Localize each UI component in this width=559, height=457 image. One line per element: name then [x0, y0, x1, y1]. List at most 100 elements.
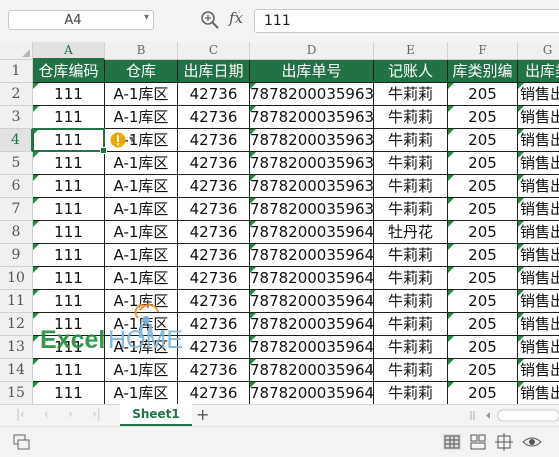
cell-g4[interactable]: 销售出: [518, 129, 559, 152]
row-header-3[interactable]: 3: [0, 106, 33, 129]
cell-c12[interactable]: 42736: [178, 313, 250, 336]
cell-c8[interactable]: 42736: [178, 221, 250, 244]
column-header-e[interactable]: E: [374, 42, 448, 60]
cell-b12[interactable]: A-1库区: [105, 313, 178, 336]
chevron-down-icon[interactable]: ▼: [129, 135, 135, 144]
cell-d14[interactable]: 7878200035964: [250, 359, 374, 382]
cell-g2[interactable]: 销售出: [518, 83, 559, 106]
cell-e14[interactable]: 牛莉莉: [374, 359, 448, 382]
column-header-g[interactable]: G: [518, 42, 559, 60]
cell-c2[interactable]: 42736: [178, 83, 250, 106]
cell-f2[interactable]: 205: [448, 83, 518, 106]
row-header-1[interactable]: 1: [0, 60, 33, 83]
cell-g7[interactable]: 销售出: [518, 198, 559, 221]
cell-b2[interactable]: A-1库区: [105, 83, 178, 106]
cell-c6[interactable]: 42736: [178, 175, 250, 198]
cell-f8[interactable]: 205: [448, 221, 518, 244]
cell-d8[interactable]: 7878200035964: [250, 221, 374, 244]
cell-g5[interactable]: 销售出: [518, 152, 559, 175]
column-header-d[interactable]: D: [250, 42, 374, 60]
cell-d3[interactable]: 7878200035963: [250, 106, 374, 129]
zoom-formula-icon[interactable]: [200, 9, 220, 31]
cell-d7[interactable]: 7878200035963: [250, 198, 374, 221]
cell-g11[interactable]: 销售出: [518, 290, 559, 313]
header-cell-b[interactable]: 仓库: [105, 60, 178, 83]
cell-e15[interactable]: 牛莉莉: [374, 382, 448, 404]
formula-input[interactable]: 111: [254, 9, 559, 33]
cell-d13[interactable]: 7878200035964: [250, 336, 374, 359]
cell-g13[interactable]: 销售出: [518, 336, 559, 359]
cell-e7[interactable]: 牛莉莉: [374, 198, 448, 221]
cell-d10[interactable]: 7878200035964: [250, 267, 374, 290]
row-header-7[interactable]: 7: [0, 198, 33, 221]
cell-a3[interactable]: 111: [33, 106, 105, 129]
cell-a6[interactable]: 111: [33, 175, 105, 198]
cell-c4[interactable]: 42736: [178, 129, 250, 152]
cell-e5[interactable]: 牛莉莉: [374, 152, 448, 175]
cell-c11[interactable]: 42736: [178, 290, 250, 313]
row-header-5[interactable]: 5: [0, 152, 33, 175]
cell-f15[interactable]: 205: [448, 382, 518, 404]
cell-b6[interactable]: A-1库区: [105, 175, 178, 198]
reading-mode-icon[interactable]: [522, 433, 542, 451]
normal-view-icon[interactable]: [442, 433, 462, 451]
cell-b11[interactable]: A-1库区: [105, 290, 178, 313]
page-layout-icon[interactable]: [468, 433, 488, 451]
cell-c13[interactable]: 42736: [178, 336, 250, 359]
cell-a9[interactable]: 111: [33, 244, 105, 267]
cell-a14[interactable]: 111: [33, 359, 105, 382]
cell-a13[interactable]: 111: [33, 336, 105, 359]
cell-a11[interactable]: 111: [33, 290, 105, 313]
cell-c7[interactable]: 42736: [178, 198, 250, 221]
row-header-15[interactable]: 15: [0, 382, 33, 404]
cell-a12[interactable]: 111: [33, 313, 105, 336]
header-cell-e[interactable]: 记账人: [374, 60, 448, 83]
cell-f6[interactable]: 205: [448, 175, 518, 198]
cell-e13[interactable]: 牛莉莉: [374, 336, 448, 359]
header-cell-g[interactable]: 出库类: [518, 60, 559, 83]
cell-g9[interactable]: 销售出: [518, 244, 559, 267]
cell-b14[interactable]: A-1库区: [105, 359, 178, 382]
cell-g10[interactable]: 销售出: [518, 267, 559, 290]
cell-e2[interactable]: 牛莉莉: [374, 83, 448, 106]
cell-b8[interactable]: A-1库区: [105, 221, 178, 244]
cell-f4[interactable]: 205: [448, 129, 518, 152]
cell-a8[interactable]: 111: [33, 221, 105, 244]
cell-c14[interactable]: 42736: [178, 359, 250, 382]
last-sheet-icon[interactable]: ›|: [92, 407, 101, 421]
row-header-12[interactable]: 12: [0, 313, 33, 336]
chevron-down-icon[interactable]: ▾: [144, 12, 149, 23]
cell-g14[interactable]: 销售出: [518, 359, 559, 382]
cell-d4[interactable]: 7878200035963: [250, 129, 374, 152]
cell-d2[interactable]: 7878200035963: [250, 83, 374, 106]
row-header-13[interactable]: 13: [0, 336, 33, 359]
cell-e12[interactable]: 牛莉莉: [374, 313, 448, 336]
cell-f3[interactable]: 205: [448, 106, 518, 129]
prev-sheet-icon[interactable]: ‹: [44, 407, 49, 421]
tab-sheet1[interactable]: Sheet1: [120, 404, 192, 426]
column-header-b[interactable]: B: [105, 42, 178, 60]
warning-icon[interactable]: [110, 132, 126, 148]
spreadsheet-grid[interactable]: ABCDEFG1仓库编码仓库出库日期出库单号记账人库类别编出库类2111A-1库…: [0, 42, 559, 404]
cell-e6[interactable]: 牛莉莉: [374, 175, 448, 198]
cell-b15[interactable]: A-1库区: [105, 382, 178, 404]
row-header-10[interactable]: 10: [0, 267, 33, 290]
cell-f9[interactable]: 205: [448, 244, 518, 267]
cell-g3[interactable]: 销售出: [518, 106, 559, 129]
cell-a2[interactable]: 111: [33, 83, 105, 106]
cell-a5[interactable]: 111: [33, 152, 105, 175]
row-header-11[interactable]: 11: [0, 290, 33, 313]
page-break-icon[interactable]: [494, 433, 514, 451]
cell-e3[interactable]: 牛莉莉: [374, 106, 448, 129]
cell-g15[interactable]: 销售出: [518, 382, 559, 404]
header-cell-c[interactable]: 出库日期: [178, 60, 250, 83]
cell-e11[interactable]: 牛莉莉: [374, 290, 448, 313]
cell-d12[interactable]: 7878200035964: [250, 313, 374, 336]
add-sheet-button[interactable]: +: [196, 405, 209, 424]
cell-d15[interactable]: 7878200035964: [250, 382, 374, 404]
cell-e4[interactable]: 牛莉莉: [374, 129, 448, 152]
column-header-c[interactable]: C: [178, 42, 250, 60]
cell-c10[interactable]: 42736: [178, 267, 250, 290]
first-sheet-icon[interactable]: |‹: [16, 407, 25, 421]
cell-b13[interactable]: A-1库区: [105, 336, 178, 359]
